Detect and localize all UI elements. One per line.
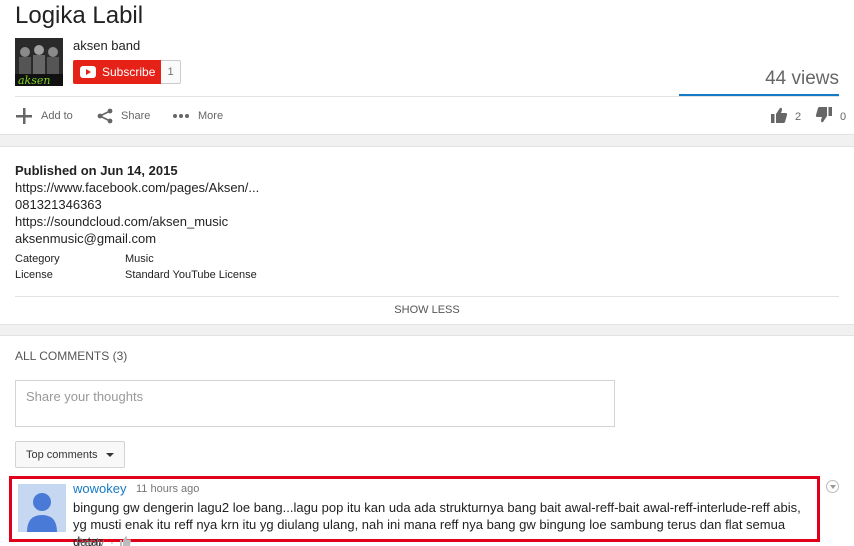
comment-timestamp[interactable]: 11 hours ago [136, 483, 199, 495]
dislike-count: 0 [840, 110, 847, 123]
comment-author[interactable]: wowokey [73, 481, 126, 496]
video-title: Logika Labil [15, 2, 144, 29]
category-label: Category [15, 253, 60, 265]
reply-button[interactable]: Reply [76, 537, 104, 546]
like-ratio-bar [679, 94, 839, 96]
comment-actions: Reply · [76, 536, 132, 546]
comment-text: bingung gw dengerin lagu2 loe bang...lag… [73, 500, 801, 546]
video-info-card: Logika Labil aksen aksen band Subscribe … [0, 0, 854, 135]
caret-down-icon [105, 452, 114, 457]
comment-item: wowokey 11 hours ago bingung gw dengerin… [9, 476, 820, 546]
category-value[interactable]: Music [125, 253, 154, 265]
more-label: More [198, 110, 224, 122]
share-label: Share [121, 110, 151, 122]
comment-input[interactable] [15, 380, 615, 427]
comments-header: ALL COMMENTS (3) [15, 349, 128, 363]
sort-comments-dropdown[interactable]: Top comments [15, 441, 125, 468]
divider [15, 96, 839, 97]
more-button[interactable]: More [172, 107, 223, 125]
subscribe-label: Subscribe [102, 65, 156, 79]
thumbs-down-icon [815, 106, 833, 127]
separator-dot: · [110, 536, 114, 546]
description-card: Published on Jun 14, 2015 https://www.fa… [0, 146, 854, 325]
dislike-button[interactable]: 0 [808, 106, 846, 127]
description-link-soundcloud[interactable]: https://soundcloud.com/aksen_music [15, 214, 228, 229]
description-phone: 081321346363 [15, 197, 102, 212]
plus-icon [15, 107, 33, 125]
add-to-label: Add to [41, 110, 73, 122]
comment-menu-icon[interactable] [826, 480, 839, 493]
more-dots-icon [172, 113, 190, 119]
description-email: aksenmusic@gmail.com [15, 231, 157, 246]
subscriber-count: 1 [161, 60, 181, 84]
thumbs-up-icon [770, 106, 788, 127]
like-button[interactable]: 2 [763, 106, 801, 127]
show-less-button[interactable]: SHOW LESS [0, 304, 854, 316]
like-count: 2 [795, 110, 802, 123]
subscribe-button[interactable]: Subscribe [73, 60, 161, 84]
add-to-button[interactable]: Add to [15, 107, 73, 125]
comment-like-icon[interactable] [119, 536, 132, 546]
divider [15, 296, 839, 297]
youtube-logo-icon [80, 66, 96, 78]
share-icon [97, 108, 113, 124]
channel-avatar[interactable]: aksen [15, 38, 63, 86]
license-value: Standard YouTube License [125, 269, 257, 281]
description-link-facebook[interactable]: https://www.facebook.com/pages/Aksen/... [15, 180, 259, 195]
comments-card: ALL COMMENTS (3) Top comments wowokey 11… [0, 335, 854, 546]
commenter-avatar[interactable] [18, 484, 66, 532]
svg-text:aksen: aksen [18, 74, 50, 86]
license-label: License [15, 269, 53, 281]
sort-label: Top comments [26, 448, 98, 461]
view-count: 44 views [765, 68, 839, 89]
published-date: Published on Jun 14, 2015 [15, 163, 178, 178]
channel-name[interactable]: aksen band [73, 38, 140, 53]
share-button[interactable]: Share [97, 107, 150, 125]
